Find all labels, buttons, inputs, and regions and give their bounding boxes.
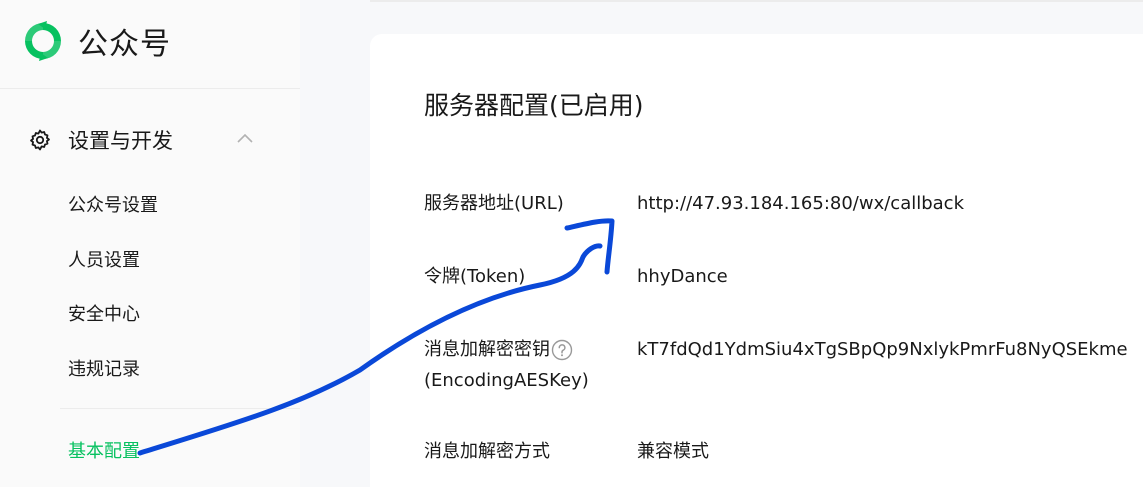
sidebar-divider — [0, 88, 300, 89]
app-title: 公众号 — [78, 27, 171, 62]
server-url-value: http://47.93.184.165:80/wx/callback — [637, 193, 965, 214]
sidebar-item-basic-config[interactable]: 基本配置 — [68, 437, 140, 463]
encoding-aes-key-label: 消息加解密密钥 — [424, 335, 573, 365]
sidebar-item-security-center[interactable]: 安全中心 — [68, 300, 140, 326]
encoding-aes-key-label-line2: (EncodingAESKey) — [424, 370, 589, 391]
question-circle-icon[interactable] — [551, 339, 573, 361]
chevron-up-icon[interactable] — [236, 130, 254, 148]
encoding-aes-key-value: kT7fdQd1YdmSiu4xTgSBpQp9NxlykPmrFu8NyQSE… — [637, 339, 1128, 360]
token-value: hhyDance — [637, 266, 728, 287]
sidebar-group-settings-dev[interactable]: 设置与开发 — [28, 124, 268, 156]
wechat-official-account-logo-icon — [25, 21, 61, 61]
encryption-mode-label: 消息加解密方式 — [424, 441, 550, 462]
encryption-mode-value: 兼容模式 — [637, 441, 709, 462]
wechat-official-account-page: 公众号 设置与开发 公众号设置 人员设置 安全中心 违规记录 基本配置 服务器配… — [0, 0, 1143, 487]
top-strip — [370, 0, 1143, 2]
encoding-aes-key-label-line1: 消息加解密密钥 — [424, 339, 550, 360]
server-url-label: 服务器地址(URL) — [424, 193, 564, 214]
sidebar: 公众号 设置与开发 公众号设置 人员设置 安全中心 违规记录 基本配置 — [0, 0, 300, 487]
sidebar-group-title: 设置与开发 — [68, 129, 173, 153]
section-title: 服务器配置(已启用) — [424, 91, 644, 120]
app-logo[interactable]: 公众号 — [20, 18, 171, 64]
sidebar-item-people-settings[interactable]: 人员设置 — [68, 246, 140, 272]
token-label: 令牌(Token) — [424, 266, 526, 287]
sidebar-section-divider — [60, 408, 300, 409]
sidebar-item-violation-records[interactable]: 违规记录 — [68, 355, 140, 381]
sidebar-item-account-settings[interactable]: 公众号设置 — [68, 191, 158, 217]
gear-icon — [30, 129, 50, 151]
